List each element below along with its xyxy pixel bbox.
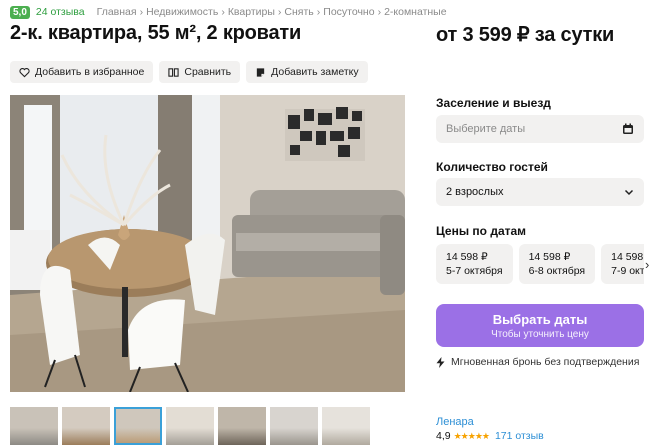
breadcrumb-separator: › [377, 6, 382, 18]
breadcrumb-item[interactable]: Квартиры [228, 6, 275, 18]
thumbnail[interactable] [166, 407, 214, 445]
compare-icon [168, 67, 179, 77]
action-bar: Добавить в избранное Сравнить Добавить з… [10, 61, 368, 83]
favorite-label: Добавить в избранное [35, 66, 145, 78]
price-card[interactable]: 14 598 ₽ 5-7 октября [436, 244, 513, 284]
breadcrumb-separator: › [139, 6, 144, 18]
breadcrumb-item[interactable]: Снять [284, 6, 313, 18]
breadcrumb-separator: › [277, 6, 282, 18]
instant-label: Мгновенная бронь без подтверждения [451, 356, 640, 368]
apartment-photo [10, 95, 405, 392]
price-card-price: 14 598 ₽ [611, 251, 644, 263]
guests-select[interactable]: 2 взрослых [436, 178, 644, 206]
guests-label: Количество гостей [436, 160, 548, 174]
thumbnail[interactable] [10, 407, 58, 445]
dates-field[interactable]: Выберите даты [436, 115, 644, 143]
thumbnail[interactable] [62, 407, 110, 445]
guests-value: 2 взрослых [446, 186, 504, 198]
price-card-price: 14 598 ₽ [528, 251, 571, 263]
price-card[interactable]: 14 598 ₽ 6-8 октября [518, 244, 596, 284]
dates-placeholder: Выберите даты [446, 123, 526, 135]
chevron-down-icon [624, 189, 634, 196]
lightning-icon [436, 356, 445, 368]
price-card-dates: 5-7 октября [446, 265, 503, 277]
price-title: от 3 599 ₽ за сутки [436, 24, 615, 46]
note-label: Добавить заметку [271, 66, 359, 78]
header-meta: 5,0 24 отзыва Главная › Недвижимость › Кварт… [10, 5, 447, 19]
thumbnail[interactable] [218, 407, 266, 445]
choose-dates-button[interactable]: Выбрать даты Чтобы уточнить цену [436, 304, 644, 347]
price-card-price: 14 598 ₽ [446, 251, 488, 263]
breadcrumb-item[interactable]: Посуточно [323, 6, 374, 18]
cta-main-label: Выбрать даты [492, 312, 588, 327]
breadcrumb-separator: › [316, 6, 321, 18]
thumbnail[interactable] [270, 407, 318, 445]
reviews-link[interactable]: 24 отзыва [36, 6, 85, 18]
note-icon [256, 67, 265, 77]
add-note-button[interactable]: Добавить заметку [246, 61, 368, 83]
host-rating-value: 4,9 [436, 430, 451, 442]
instant-booking: Мгновенная бронь без подтверждения [436, 356, 639, 368]
price-card-dates: 7-9 октября [611, 265, 644, 277]
main-photo[interactable] [10, 95, 405, 392]
breadcrumb: Главная › Недвижимость › Квартиры › Снять › Посу… [97, 6, 447, 18]
page-title: 2-к. квартира, 55 м², 2 кровати [10, 22, 302, 44]
breadcrumb-item[interactable]: Недвижимость [146, 6, 218, 18]
dates-label: Заселение и выезд [436, 96, 551, 110]
thumbnail-strip [10, 407, 370, 445]
heart-icon [19, 67, 30, 77]
price-cards: 14 598 ₽5-7 октября 14 598 ₽6-8 октября 14… [436, 244, 644, 284]
compare-button[interactable]: Сравнить [159, 61, 241, 83]
prices-label: Цены по датам [436, 224, 527, 238]
rating-badge: 5,0 [10, 5, 30, 19]
host-reviews-link[interactable]: 171 отзыв [495, 430, 544, 442]
price-card[interactable]: 14 598 ₽ 7-9 октября [601, 244, 644, 284]
thumbnail[interactable] [114, 407, 162, 445]
chevron-right-icon[interactable]: › [645, 257, 649, 272]
star-icons: ★★★★★ [453, 430, 490, 441]
breadcrumb-item[interactable]: Главная [97, 6, 137, 18]
cta-sub-label: Чтобы уточнить цену [491, 329, 589, 340]
thumbnail[interactable] [322, 407, 370, 445]
breadcrumb-separator: › [221, 6, 225, 18]
host-rating: 4,9 ★★★★★ 171 отзыв [436, 430, 544, 442]
price-card-dates: 6-8 октября [528, 265, 586, 277]
breadcrumb-item[interactable]: 2-комнатные [384, 6, 447, 18]
host-name[interactable]: Ленара [436, 416, 474, 428]
calendar-icon [623, 123, 633, 134]
favorite-button[interactable]: Добавить в избранное [10, 61, 154, 83]
compare-label: Сравнить [184, 66, 232, 78]
